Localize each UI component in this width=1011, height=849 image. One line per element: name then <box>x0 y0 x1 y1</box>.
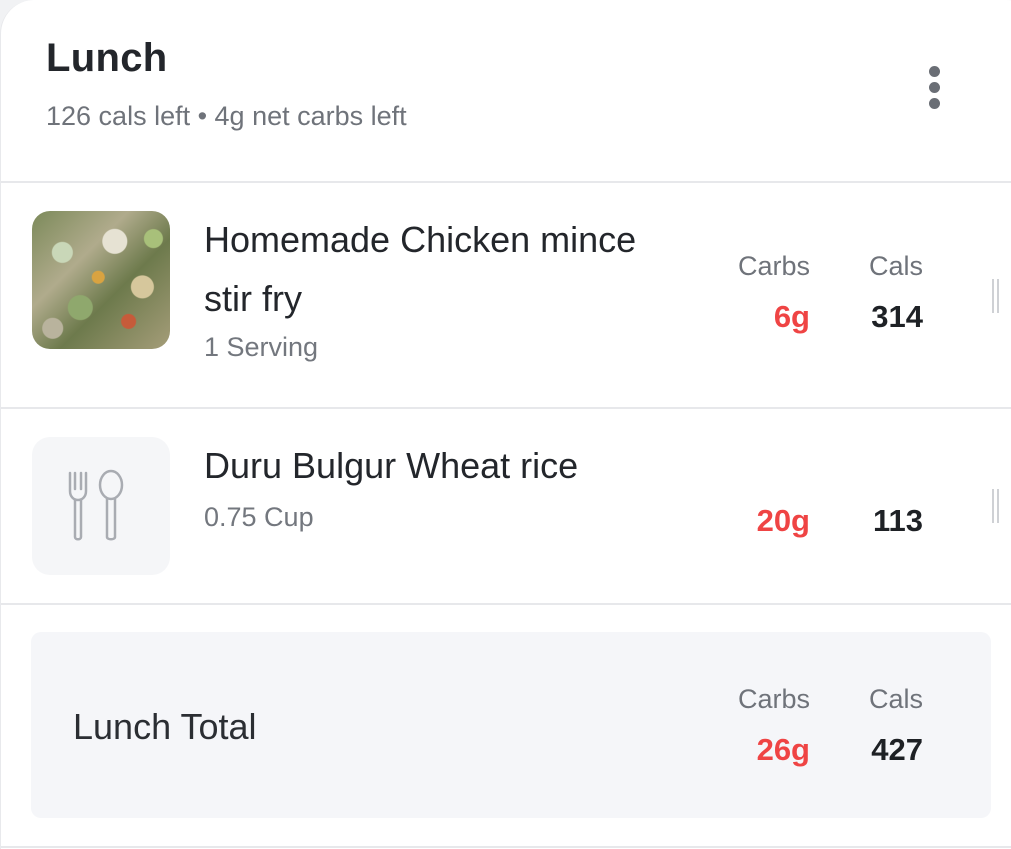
meal-total-label: Lunch Total <box>73 706 257 747</box>
food-serving: 1 Serving <box>204 332 319 362</box>
cals-column-label: Cals <box>868 684 923 714</box>
meal-header: Lunch 126 cals left • 4g net carbs left <box>1 0 1011 182</box>
meal-card: Lunch 126 cals left • 4g net carbs left … <box>0 0 1011 849</box>
meal-total-panel: Lunch Total Carbs Cals 26g 427 <box>31 632 991 818</box>
carbs-column-label: Carbs <box>737 684 810 714</box>
food-item-row[interactable]: Duru Bulgur Wheat rice 0.75 Cup 20g 113 <box>1 409 1011 603</box>
food-serving: 0.75 Cup <box>204 502 314 532</box>
food-carbs-value: 20g <box>756 503 810 538</box>
drag-handle-icon[interactable] <box>991 489 1001 523</box>
drag-handle-icon[interactable] <box>991 279 1001 313</box>
meal-remaining-summary: 126 cals left • 4g net carbs left <box>46 101 407 131</box>
food-name: Homemade Chicken mince stir fry <box>204 219 637 319</box>
food-name: Duru Bulgur Wheat rice <box>204 445 579 486</box>
fork-spoon-placeholder-icon <box>32 437 170 575</box>
total-carbs-value: 26g <box>756 732 810 767</box>
food-carbs-value: 6g <box>773 299 810 334</box>
divider <box>1 846 1011 848</box>
food-cals-value: 314 <box>871 299 923 334</box>
more-options-icon[interactable] <box>919 62 951 112</box>
food-item-row[interactable]: Homemade Chicken mince stir fry 1 Servin… <box>1 183 1011 407</box>
divider <box>1 603 1011 605</box>
carbs-column-label: Carbs <box>737 251 810 281</box>
cals-column-label: Cals <box>868 251 923 281</box>
food-cals-value: 113 <box>872 503 923 538</box>
meal-title: Lunch <box>46 36 168 80</box>
total-cals-value: 427 <box>871 732 923 767</box>
food-photo-thumbnail <box>32 211 170 349</box>
